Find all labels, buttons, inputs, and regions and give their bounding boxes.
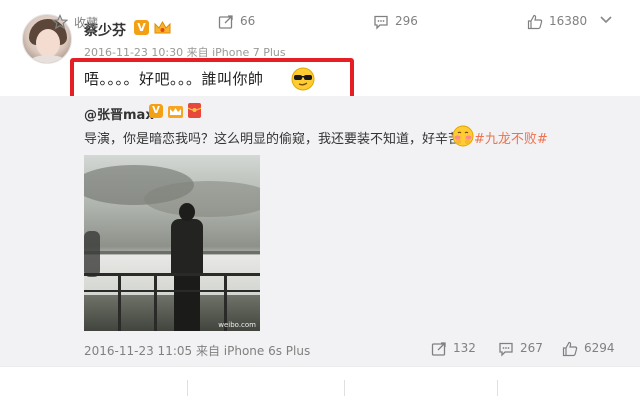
red-envelope-icon[interactable] [187,102,202,119]
comment-icon [374,15,388,30]
photo-person-head [179,203,195,221]
weibo-post-card: 蔡少芬 V 2016-11-23 10:30 来自 iPhone 7 Plus … [0,0,640,407]
comment-icon [499,342,513,357]
repost-comment-count: 267 [520,341,543,355]
avatar-face [36,29,60,57]
repost-forward-count: 132 [453,341,476,355]
forward-icon [431,342,446,356]
repost-vip-icon[interactable] [167,103,184,119]
thumbs-up-icon [527,14,543,30]
like-count: 16380 [549,14,588,28]
photo-watermark: weibo.com [218,321,256,329]
star-icon [52,14,68,30]
repost-author[interactable]: @张晋max [84,104,154,123]
cool-sunglasses-emoji-icon [291,67,315,91]
photo-railing [84,290,260,292]
favorite-label: 收藏 [74,16,99,30]
photo-side-figure [84,231,100,277]
photo-cloud [144,181,260,217]
topic-link[interactable]: #九龙不败# [474,128,548,147]
repost-photo[interactable]: weibo.com [84,155,260,331]
shy-emoji-icon [452,125,474,147]
footer-divider [344,380,345,396]
thumbs-up-icon [562,341,578,357]
vip-crown-icon[interactable] [153,19,172,36]
photo-railing [84,273,260,276]
post-text: 唔。。。。好吧。。。誰叫你帥 [84,70,264,88]
comment-count: 296 [395,14,418,28]
photo-railing-post [154,273,157,331]
photo-person-body [171,219,203,275]
photo-railing-post [118,273,121,331]
forward-icon [218,15,233,29]
chevron-down-icon[interactable] [598,12,614,28]
avatar-shoulder [27,55,69,63]
forward-count: 66 [240,14,256,28]
photo-person-legs [174,273,200,331]
repost-text: 导演，你是暗恋我吗？这么明显的偷窥，我还要装不知道，好辛苦 [84,132,462,147]
footer-divider [187,380,188,396]
verified-icon: V [134,20,149,35]
repost-verified-icon: V [149,104,163,118]
repost-meta: 2016-11-23 11:05 来自 iPhone 6s Plus [84,344,311,358]
post-action-bar [0,366,640,407]
repost-like-count: 6294 [584,341,615,355]
footer-divider [497,380,498,396]
